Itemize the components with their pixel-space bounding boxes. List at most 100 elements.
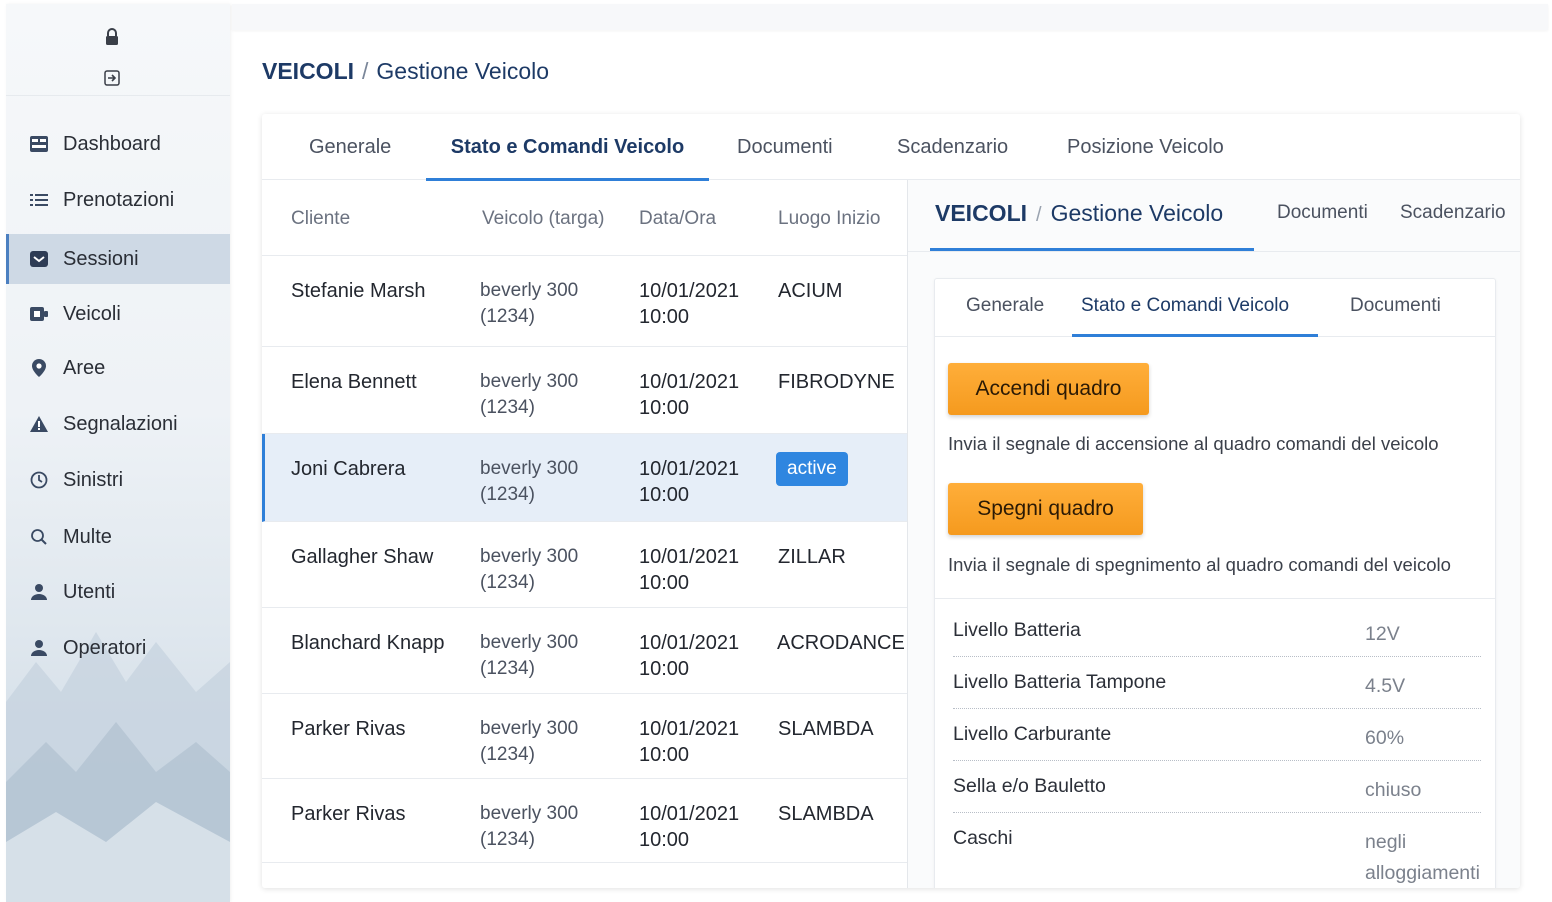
cell-veicolo: beverly 300: [480, 280, 579, 301]
table-row[interactable]: Gallagher Shaw beverly 300 (1234) 10/01/…: [262, 522, 908, 608]
spec-label: Caschi: [953, 827, 1013, 849]
cell-luogo: ACRODANCE: [777, 632, 905, 654]
cell-cliente: Parker Rivas: [291, 803, 406, 825]
inner-active-tab-indicator: [1072, 334, 1318, 337]
cell-ora: 10:00: [639, 306, 690, 328]
tab-scadenzario[interactable]: Scadenzario: [897, 114, 1008, 180]
column-header-luogo-inizio[interactable]: Luogo Inizio: [778, 208, 880, 230]
sidebar-item-segnalazioni[interactable]: Segnalazioni: [6, 399, 230, 449]
panel-breadcrumb-page: Gestione Veicolo: [1050, 200, 1224, 226]
sidebar-item-label: Sinistri: [63, 468, 124, 491]
tab-stato-comandi[interactable]: Stato e Comandi Veicolo: [426, 114, 709, 181]
cell-cliente: Blanchard Knapp: [291, 632, 445, 654]
breadcrumb-section[interactable]: VEICOLI: [262, 58, 354, 84]
table-row-selected[interactable]: Joni Cabrera beverly 300 (1234) 10/01/20…: [262, 434, 908, 522]
sidebar-item-dashboard[interactable]: Dashboard: [6, 119, 230, 169]
user-icon: [30, 583, 48, 601]
sidebar-header: [6, 4, 230, 96]
sessions-icon: [30, 250, 48, 268]
spegni-quadro-description: Invia il segnale di spegnimento al quadr…: [948, 554, 1451, 575]
cell-ora: 10:00: [639, 658, 690, 680]
exit-icon[interactable]: [104, 70, 120, 86]
lock-icon[interactable]: [105, 28, 119, 46]
cell-targa: (1234): [480, 306, 535, 327]
cell-veicolo: beverly 300: [480, 371, 579, 392]
cell-data: 10/01/2021: [639, 546, 740, 568]
cell-data: 10/01/2021: [639, 803, 740, 825]
cell-luogo: SLAMBDA: [778, 803, 874, 825]
inner-tab-stato-comandi[interactable]: Stato e Comandi Veicolo: [1081, 295, 1289, 317]
cell-data: 10/01/2021: [639, 632, 740, 654]
sidebar-item-aree[interactable]: Aree: [6, 343, 230, 393]
tab-bar: Generale Stato e Comandi Veicolo Documen…: [262, 114, 1520, 181]
cell-targa: (1234): [480, 829, 535, 850]
cell-targa: (1234): [480, 572, 535, 593]
panel-breadcrumb-separator: /: [1036, 204, 1042, 226]
cell-data: 10/01/2021: [639, 280, 740, 302]
sidebar-item-sessioni[interactable]: Sessioni: [6, 234, 230, 284]
cell-ora: 10:00: [639, 572, 690, 594]
spec-livello-batteria-tampone: Livello Batteria Tampone 4.5V: [953, 671, 1481, 709]
inner-tab-bar: Generale Stato e Comandi Veicolo Documen…: [935, 279, 1495, 337]
accendi-quadro-button[interactable]: Accendi quadro: [948, 363, 1149, 415]
cell-cliente: Stefanie Marsh: [291, 280, 426, 302]
table-row[interactable]: Stefanie Marsh beverly 300 (1234) 10/01/…: [262, 256, 908, 347]
accendi-quadro-description: Invia il segnale di accensione al quadro…: [948, 433, 1439, 454]
table-row[interactable]: Blanchard Knapp beverly 300 (1234) 10/01…: [262, 608, 908, 694]
panel-breadcrumb[interactable]: VEICOLI / Gestione Veicolo: [935, 200, 1223, 227]
sidebar-item-sinistri[interactable]: Sinistri: [6, 455, 230, 505]
cell-luogo: SLAMBDA: [778, 718, 874, 740]
panel-active-tab-indicator: [930, 248, 1254, 251]
panel-header: VEICOLI / Gestione Veicolo Documenti Scade…: [908, 180, 1520, 252]
column-header-veicolo[interactable]: Veicolo (targa): [482, 208, 605, 230]
cell-targa: (1234): [480, 658, 535, 679]
sidebar-item-prenotazioni[interactable]: Prenotazioni: [6, 175, 230, 225]
sidebar-item-operatori[interactable]: Operatori: [6, 623, 230, 673]
tab-documenti[interactable]: Documenti: [737, 114, 833, 180]
panel-tab-scadenzario[interactable]: Scadenzario: [1400, 202, 1506, 224]
cell-cliente: Gallagher Shaw: [291, 546, 434, 568]
sidebar-item-label: Segnalazioni: [63, 412, 178, 435]
list-icon: [30, 191, 48, 209]
user-icon: [30, 639, 48, 657]
inner-tab-generale[interactable]: Generale: [966, 295, 1044, 317]
column-header-data-ora[interactable]: Data/Ora: [639, 208, 716, 230]
table-row[interactable]: Parker Rivas beverly 300 (1234) 10/01/20…: [262, 779, 908, 863]
sidebar-item-multe[interactable]: Multe: [6, 512, 230, 562]
sidebar-item-utenti[interactable]: Utenti: [6, 567, 230, 617]
spec-label: Sella e/o Bauletto: [953, 775, 1106, 797]
table-row[interactable]: Parker Rivas beverly 300 (1234) 10/01/20…: [262, 694, 908, 779]
cell-luogo: FIBRODYNE: [778, 371, 895, 393]
spec-livello-carburante: Livello Carburante 60%: [953, 723, 1481, 761]
spec-label: Livello Batteria Tampone: [953, 671, 1167, 693]
breadcrumb-separator: /: [362, 58, 369, 84]
cell-targa: (1234): [480, 397, 535, 418]
sessions-table: Cliente Veicolo (targa) Data/Ora Luogo I…: [262, 180, 908, 888]
spec-label: Livello Carburante: [953, 723, 1112, 745]
spegni-quadro-button[interactable]: Spegni quadro: [948, 483, 1143, 535]
spec-label: Livello Batteria: [953, 619, 1081, 641]
cell-ora: 10:00: [639, 484, 690, 506]
vehicle-detail-panel: VEICOLI / Gestione Veicolo Documenti Scade…: [907, 180, 1520, 888]
column-header-cliente[interactable]: Cliente: [291, 208, 350, 230]
table-row[interactable]: Elena Bennett beverly 300 (1234) 10/01/2…: [262, 347, 908, 434]
cell-data: 10/01/2021: [639, 718, 740, 740]
tab-generale[interactable]: Generale: [309, 114, 391, 180]
panel-tab-documenti[interactable]: Documenti: [1277, 202, 1368, 224]
sidebar-item-veicoli[interactable]: Veicoli: [6, 289, 230, 339]
tab-posizione-veicolo[interactable]: Posizione Veicolo: [1067, 114, 1224, 180]
sidebar-item-label: Dashboard: [63, 132, 161, 155]
cell-data: 10/01/2021: [639, 458, 740, 480]
cell-luogo: ACIUM: [778, 280, 843, 302]
cell-cliente: Elena Bennett: [291, 371, 417, 393]
cell-luogo: ZILLAR: [778, 546, 846, 568]
cell-veicolo: beverly 300: [480, 458, 579, 479]
cell-targa: (1234): [480, 744, 535, 765]
inner-tab-documenti[interactable]: Documenti: [1350, 295, 1441, 317]
cell-ora: 10:00: [639, 829, 690, 851]
vehicle-card: Generale Stato e Comandi Veicolo Documen…: [262, 114, 1520, 888]
spec-caschi: Caschi negli alloggiamenti: [953, 827, 1481, 888]
cell-cliente: Joni Cabrera: [291, 458, 406, 480]
cell-veicolo: beverly 300: [480, 718, 579, 739]
spec-sella-bauletto: Sella e/o Bauletto chiuso: [953, 775, 1481, 813]
